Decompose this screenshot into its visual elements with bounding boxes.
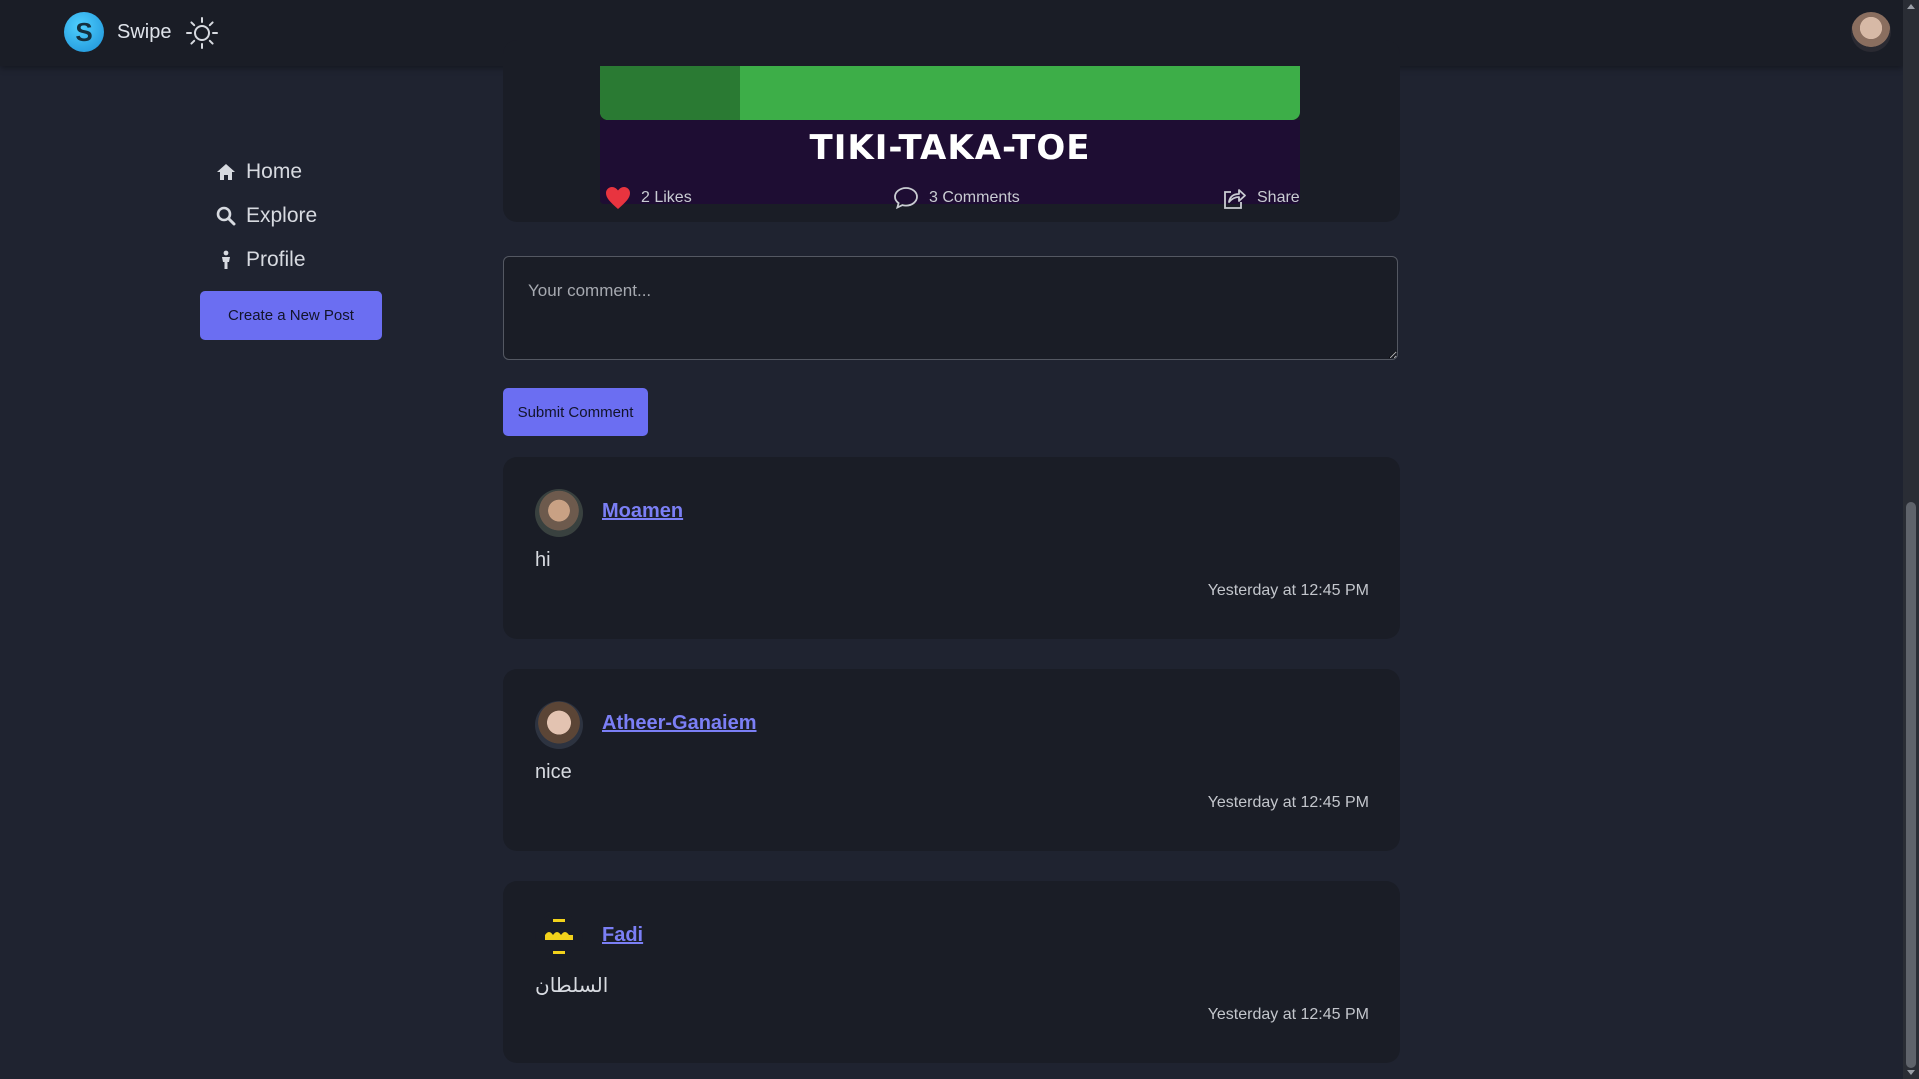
comment-text: hi xyxy=(535,549,551,571)
user-avatar[interactable] xyxy=(1851,12,1891,52)
scroll-down-arrow-icon[interactable] xyxy=(1907,1070,1915,1075)
commenter-name-link[interactable]: Atheer-Ganaiem xyxy=(602,712,757,735)
brand-name: Swipe xyxy=(117,20,172,43)
likes-count: 2 Likes xyxy=(641,189,692,206)
search-icon xyxy=(216,206,236,226)
comment-text: nice xyxy=(535,761,572,783)
sidebar-nav: Home Explore Profile Create a New Post xyxy=(200,150,382,340)
home-icon xyxy=(217,164,235,180)
submit-comment-button[interactable]: Submit Comment xyxy=(503,388,648,436)
comment-icon xyxy=(894,187,918,210)
yellow-arabic-logo-icon xyxy=(545,919,573,954)
commenter-name-link[interactable]: Moamen xyxy=(602,500,683,523)
sidebar-item-profile[interactable]: Profile xyxy=(200,238,317,282)
scrollbar-thumb[interactable] xyxy=(1906,502,1916,1068)
sidebar-item-home[interactable]: Home xyxy=(200,150,317,194)
comment-card: Fadi السلطان Yesterday at 12:45 PM xyxy=(503,881,1400,1063)
commenter-avatar[interactable] xyxy=(535,701,583,749)
create-new-post-button[interactable]: Create a New Post xyxy=(200,291,382,340)
heart-icon xyxy=(606,187,630,209)
post-banner-title: TIKI-TAKA-TOE xyxy=(809,128,1091,168)
comment-timestamp: Yesterday at 12:45 PM xyxy=(1207,794,1369,811)
comment-text: السلطان xyxy=(535,975,609,997)
post-card: TIKI-TAKA-TOE 2 Likes 3 Comments Share xyxy=(503,40,1400,222)
sidebar-item-explore[interactable]: Explore xyxy=(200,194,317,238)
sidebar-item-label: Profile xyxy=(246,248,306,271)
comment-input[interactable] xyxy=(503,256,1398,360)
commenter-avatar[interactable] xyxy=(535,913,583,961)
comment-timestamp: Yesterday at 12:45 PM xyxy=(1207,1006,1369,1023)
sidebar-item-label: Home xyxy=(246,160,303,183)
comment-card: Atheer-Ganaiem nice Yesterday at 12:45 P… xyxy=(503,669,1400,851)
swipe-logo-icon: S xyxy=(64,12,104,52)
commenter-name-link[interactable]: Fadi xyxy=(602,924,643,947)
like-button[interactable]: 2 Likes xyxy=(605,183,692,213)
share-label: Share xyxy=(1257,189,1300,206)
share-icon xyxy=(1224,189,1246,209)
brand-link[interactable]: S Swipe xyxy=(64,12,171,52)
comment-card: Moamen hi Yesterday at 12:45 PM xyxy=(503,457,1400,639)
commenter-avatar[interactable] xyxy=(535,489,583,537)
page-scrollbar[interactable] xyxy=(1903,0,1919,1079)
person-icon xyxy=(222,250,230,269)
comments-button[interactable]: 3 Comments xyxy=(893,183,1020,213)
share-button[interactable]: Share xyxy=(1221,183,1300,213)
comment-timestamp: Yesterday at 12:45 PM xyxy=(1207,582,1369,599)
banner-progress-segment xyxy=(600,66,740,120)
scroll-up-arrow-icon[interactable] xyxy=(1907,4,1915,9)
comments-count: 3 Comments xyxy=(929,189,1020,206)
sidebar-item-label: Explore xyxy=(246,204,318,227)
theme-toggle-sun-icon[interactable] xyxy=(184,15,220,51)
